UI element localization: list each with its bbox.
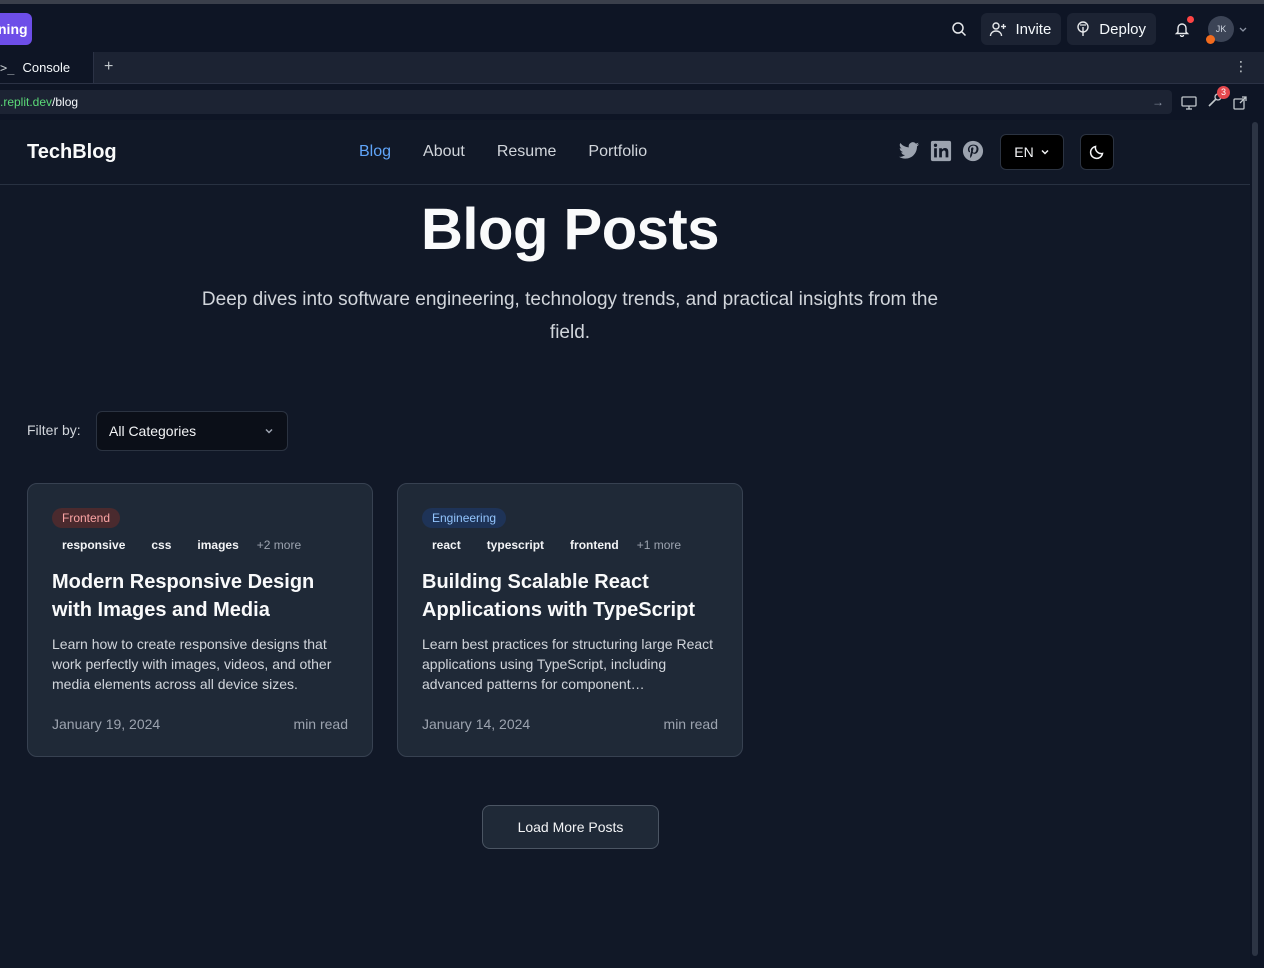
post-title[interactable]: Modern Responsive Design with Images and… [52,568,348,624]
tag-list: responsive css images +2 more [52,536,348,554]
deploy-button[interactable]: Deploy [1067,13,1156,45]
post-card[interactable]: Frontend responsive css images +2 more M… [27,483,373,757]
twitter-icon[interactable] [898,140,920,162]
tag[interactable]: frontend [560,536,629,554]
read-time: min read [293,716,348,732]
tab-console[interactable]: >_ Console [0,52,94,83]
chevron-down-icon [1239,27,1247,32]
pane-tabs: >_ Console + ⋮ [0,52,1264,84]
tag-list: react typescript frontend +1 more [422,536,718,554]
deploy-label: Deploy [1099,20,1146,38]
post-date: January 19, 2024 [52,716,161,732]
linkedin-icon[interactable] [930,140,952,162]
post-excerpt: Learn how to create responsive designs t… [52,636,332,692]
invite-button[interactable]: Invite [981,13,1062,45]
add-user-icon [990,22,1007,37]
page-title: Blog Posts [421,197,719,262]
scrollbar-thumb[interactable] [1252,122,1258,956]
arrow-right-icon[interactable]: → [1152,90,1164,114]
tag[interactable]: typescript [477,536,554,554]
category-badge[interactable]: Frontend [52,508,121,528]
site-header: TechBlog Blog About Resume Portfolio EN [0,120,1250,185]
avatar: JK [1206,16,1234,44]
tag[interactable]: responsive [52,536,135,554]
url-input[interactable]: .replit.dev/blog → [0,90,1172,114]
post-excerpt: Learn best practices for structuring lar… [422,636,714,692]
more-tags-count: +1 more [636,538,682,552]
read-time: min read [663,716,718,732]
nav-blog[interactable]: Blog [359,143,391,161]
nav-portfolio[interactable]: Portfolio [588,143,647,161]
devtools-count-badge: 3 [1217,86,1230,99]
url-path: /blog [52,95,79,109]
tag[interactable]: css [141,536,181,554]
pinterest-icon[interactable] [962,140,984,162]
site-logo[interactable]: TechBlog [27,141,117,164]
post-card[interactable]: Engineering react typescript frontend +1… [397,483,743,757]
tab-console-label: Console [22,60,71,75]
chevron-down-icon [1041,149,1049,155]
invite-label: Invite [1015,20,1052,38]
nav-resume[interactable]: Resume [497,143,557,161]
moon-icon [1089,145,1104,160]
terminal-icon: >_ [0,60,15,75]
devtools-button[interactable]: 3 [1206,86,1230,113]
run-button[interactable]: ning [0,13,32,45]
device-preview-icon[interactable] [1180,95,1198,111]
chevron-down-icon [265,428,273,434]
run-button-label: ning [0,21,28,37]
more-tags-count: +2 more [256,538,302,552]
page-subtitle: Deep dives into software engineering, te… [201,289,939,343]
webview-preview: TechBlog Blog About Resume Portfolio EN … [0,120,1250,968]
account-menu[interactable]: JK [1206,16,1248,44]
language-label: EN [1014,144,1034,160]
preview-scrollbar[interactable] [1250,120,1264,968]
open-external-icon[interactable] [1232,95,1248,111]
tag[interactable]: images [187,536,248,554]
search-icon[interactable] [943,13,975,45]
post-title[interactable]: Building Scalable React Applications wit… [422,568,718,624]
ide-header: ning Invite Deploy JK [0,4,1264,52]
more-options-icon[interactable]: ⋮ [1234,58,1248,75]
post-date: January 14, 2024 [422,716,531,732]
nav-about[interactable]: About [423,143,465,161]
tag[interactable]: react [422,536,471,554]
category-filter-select[interactable]: All Categories [96,411,288,451]
deploy-icon [1077,21,1089,36]
notifications-bell-icon[interactable] [1166,13,1198,45]
load-more-button[interactable]: Load More Posts [482,805,659,849]
avatar-status-icon [1206,35,1215,44]
webview-toolbar: .replit.dev/blog → 3 [0,84,1264,120]
theme-toggle-button[interactable] [1080,134,1114,170]
category-badge[interactable]: Engineering [422,508,507,528]
filter-selected-value: All Categories [109,423,197,439]
filter-label: Filter by: [27,422,81,438]
notification-dot [1187,16,1194,23]
main-nav: Blog About Resume Portfolio [359,143,647,161]
url-host: .replit.dev [0,95,53,109]
language-select[interactable]: EN [1000,134,1064,170]
add-tab-button[interactable]: + [104,58,113,76]
